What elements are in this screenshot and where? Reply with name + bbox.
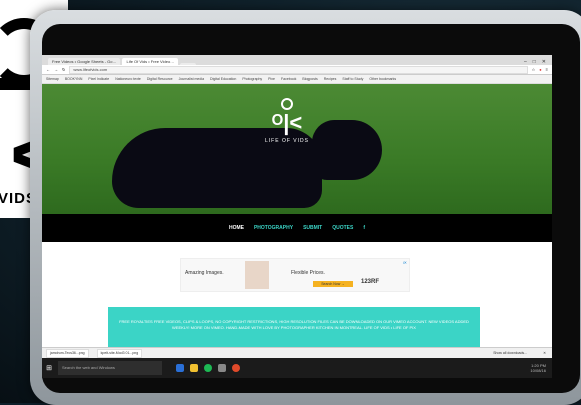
minimize-button[interactable]: – (524, 59, 527, 65)
bookmark-item[interactable]: Staff to Study (342, 77, 363, 81)
star-icon[interactable]: ☆ (532, 67, 536, 72)
forward-icon[interactable]: → (54, 67, 58, 72)
system-tray[interactable]: 1:20 PM 10/08/16 (530, 363, 552, 373)
site-name: LIFE OF VIDS (265, 138, 309, 144)
window-controls: – □ ✕ (524, 59, 552, 65)
cow-head (312, 120, 382, 180)
start-button[interactable]: ⊞ (42, 358, 56, 378)
bookmark-item[interactable]: Digital Education (210, 77, 236, 81)
ad-text: Amazing Images. (185, 270, 224, 276)
nav-quotes[interactable]: QUOTES (332, 225, 353, 231)
tablet-screen: Free Videos • Google Sheets - Go… Life O… (42, 55, 552, 378)
chrome-icon[interactable] (232, 364, 240, 372)
logo-ring-icon (281, 98, 293, 110)
nav-submit[interactable]: SUBMIT (303, 225, 322, 231)
site-notice: FREE ROYALTIES FREE VIDEOS, CLIPS & LOOP… (108, 307, 480, 349)
ad-text: Flexible Prices. (291, 270, 325, 276)
nav-photography[interactable]: PHOTOGRAPHY (254, 225, 293, 231)
back-icon[interactable]: ← (46, 67, 50, 72)
bookmark-item[interactable]: Facebook (281, 77, 296, 81)
show-all-downloads-link[interactable]: Show all downloads... (493, 351, 527, 355)
edge-icon[interactable] (176, 364, 184, 372)
ad-brand: 123RF (361, 279, 380, 285)
bookmark-item[interactable]: Blogposts (302, 77, 317, 81)
ad-banner[interactable]: Amazing Images. Flexible Prices. Search … (180, 258, 410, 292)
close-downloads-icon[interactable]: ✕ (543, 351, 546, 355)
bookmarks-bar: Sitemap BOOKYNN Pixel Indicate Nationeur… (42, 75, 552, 84)
bookmark-item[interactable]: BOOKYNN (65, 77, 83, 81)
ad-image (245, 261, 269, 289)
browser-tabbar: Free Videos • Google Sheets - Go… Life O… (42, 55, 552, 65)
browser-tab-active[interactable]: Life Of Vids • Free Video… (122, 58, 179, 65)
bookmark-item[interactable]: Recipes (324, 77, 337, 81)
bookmark-item[interactable]: Pixe (268, 77, 275, 81)
bookmark-item[interactable]: Pixel Indicate (88, 77, 109, 81)
maximize-button[interactable]: □ (533, 59, 536, 65)
bookmark-item[interactable]: Nationeuro texte (115, 77, 141, 81)
app-icon[interactable] (218, 364, 226, 372)
extension-icon[interactable]: ● (539, 67, 541, 72)
site-logo[interactable]: ᴼ|< LIFE OF VIDS (257, 98, 317, 144)
address-bar: ← → ↻ www.lifeofvids.com ☆ ● ≡ (42, 65, 552, 75)
bookmark-item[interactable]: Sitemap (46, 77, 59, 81)
bookmark-item[interactable]: Other bookmarks (369, 77, 396, 81)
download-item[interactable]: jamdrum-Tecs36...png (46, 348, 89, 358)
taskbar-icons (176, 364, 240, 372)
hero-image: ᴼ|< LIFE OF VIDS (42, 84, 552, 214)
ad-search-button[interactable]: Search Now → (313, 281, 353, 287)
close-button[interactable]: ✕ (542, 59, 546, 65)
bookmark-item[interactable]: Photography (242, 77, 262, 81)
menu-icon[interactable]: ≡ (546, 67, 548, 72)
ad-close-icon[interactable]: i✕ (403, 260, 407, 265)
bookmark-item[interactable]: Digital Resource (147, 77, 173, 81)
facebook-icon[interactable]: f (363, 225, 365, 231)
taskbar-search-input[interactable]: Search the web and Windows (58, 361, 162, 375)
reload-icon[interactable]: ↻ (62, 67, 65, 72)
spotify-icon[interactable] (204, 364, 212, 372)
nav-home[interactable]: HOME (229, 225, 244, 231)
site-nav: HOME PHOTOGRAPHY SUBMIT QUOTES f (42, 214, 552, 242)
logo-mark: ᴼ|< (271, 110, 303, 135)
logo-bar-shape (0, 78, 30, 90)
folder-icon[interactable] (190, 364, 198, 372)
windows-taskbar: ⊞ Search the web and Windows 1:20 PM 10/… (42, 358, 552, 378)
url-input[interactable]: www.lifeofvids.com (69, 65, 528, 74)
bookmark-item[interactable]: Journalist media (179, 77, 204, 81)
clock-date: 10/08/16 (530, 368, 546, 373)
browser-tab[interactable]: Free Videos • Google Sheets - Go… (48, 58, 121, 65)
download-item[interactable]: kpelt-site-Mod3 01...png (96, 348, 143, 358)
downloads-bar: jamdrum-Tecs36...png kpelt-site-Mod3 01.… (42, 347, 552, 358)
